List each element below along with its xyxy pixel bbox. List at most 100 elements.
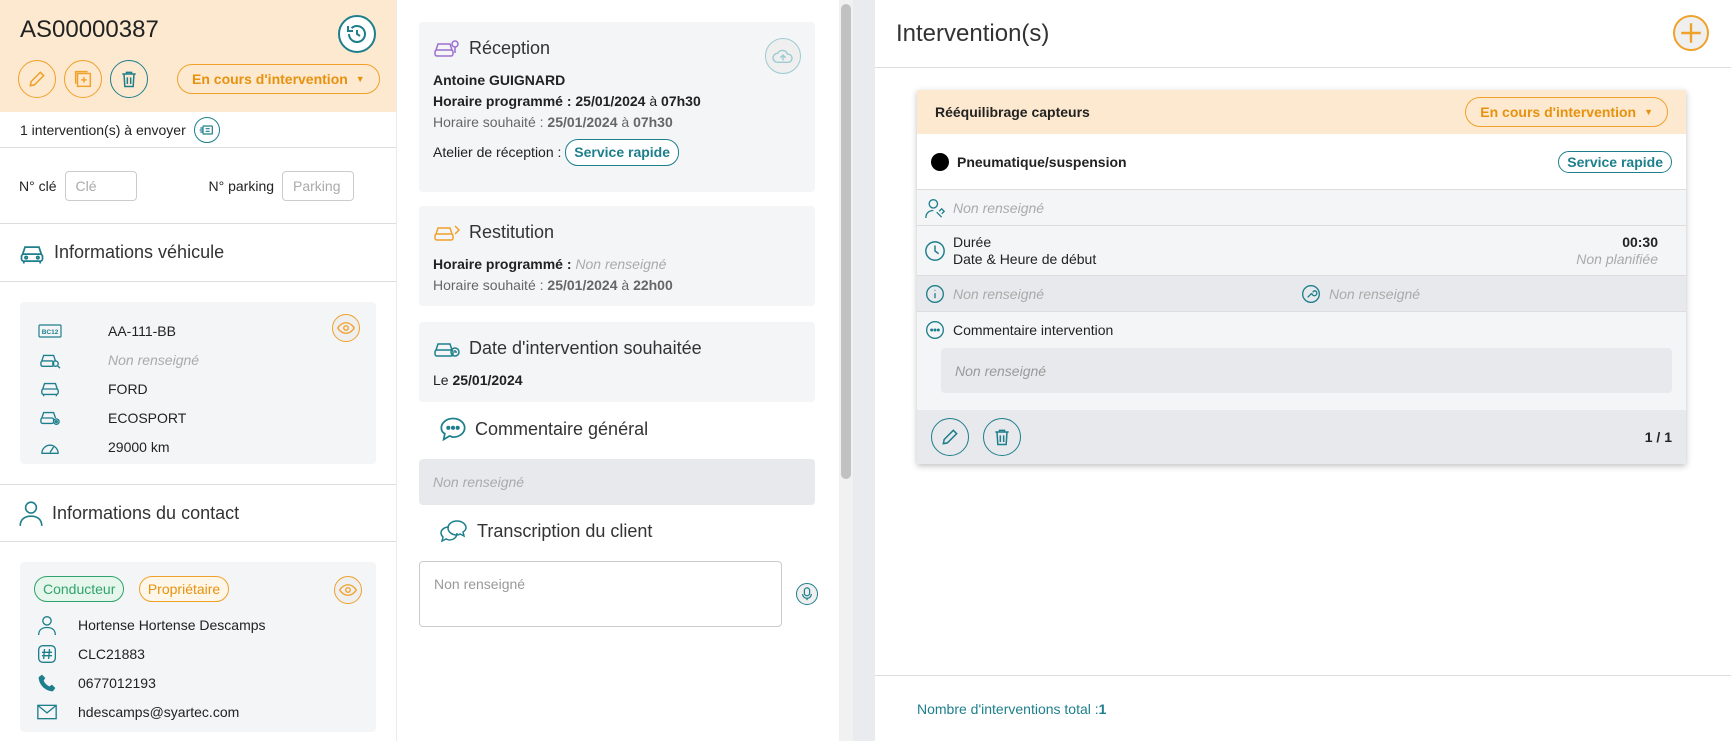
- add-intervention-button[interactable]: [1673, 15, 1709, 51]
- plate-row: BC12 AA-111-BB: [36, 316, 360, 345]
- start-value: Non planifiée: [1576, 250, 1658, 267]
- car-gear-icon: [36, 408, 64, 428]
- general-comment-title: Commentaire général: [475, 418, 649, 439]
- vin-value: Non renseigné: [108, 351, 200, 368]
- reception-person: Antoine GUIGNARD: [433, 72, 566, 88]
- to-send-row: 1 intervention(s) à envoyer: [0, 112, 396, 148]
- model-row: ECOSPORT: [36, 403, 360, 432]
- vehicle-card: BC12 AA-111-BB Non renseigné FORD ECOSPO…: [20, 302, 376, 464]
- contact-phone: 0677012193: [78, 674, 156, 691]
- restitution-scheduled: Horaire programmé : Non renseigné: [433, 256, 667, 272]
- parking-input[interactable]: Parking: [282, 170, 355, 201]
- car-key-icon: [433, 36, 461, 60]
- duplicate-button[interactable]: [64, 60, 102, 98]
- technician-value: Non renseigné: [953, 199, 1045, 216]
- delete-intervention-button[interactable]: [983, 418, 1021, 456]
- delete-button[interactable]: [110, 60, 148, 98]
- duration-label: Durée: [953, 233, 992, 250]
- interventions-title: Intervention(s): [896, 19, 1050, 47]
- intervention-type-row: Pneumatique/suspension Service rapide: [917, 134, 1686, 190]
- left-panel: AS00000387 En cours d'intervention ▼ 1 i…: [0, 0, 396, 741]
- contact-card: Conducteur Propriétaire Hortense Hortens…: [20, 562, 376, 732]
- intervention-card-footer: 1 / 1: [917, 410, 1686, 464]
- scrollbar-thumb[interactable]: [841, 4, 851, 479]
- pagination: 1 / 1: [1644, 429, 1672, 445]
- edit-button[interactable]: [18, 60, 56, 98]
- sync-button[interactable]: [765, 38, 801, 74]
- contact-name: Hortense Hortense Descamps: [78, 616, 266, 633]
- mileage-row: 29000 km: [36, 432, 360, 461]
- trash-icon: [992, 427, 1012, 447]
- edit-intervention-button[interactable]: [931, 418, 969, 456]
- contact-section-title: Informations du contact: [0, 484, 396, 542]
- restitution-card: Restitution Horaire programmé : Non rens…: [419, 206, 815, 306]
- keys-row: N° clé Clé N° parking Parking: [0, 148, 396, 224]
- plate-value: AA-111-BB: [108, 322, 176, 339]
- plate-icon: BC12: [36, 323, 64, 338]
- intervention-comment-field[interactable]: Non renseigné: [941, 348, 1672, 393]
- transcript-textarea[interactable]: Non renseigné: [419, 561, 782, 627]
- reception-title: Réception: [469, 37, 551, 58]
- trash-icon: [119, 69, 139, 89]
- pencil-icon: [940, 427, 960, 447]
- pencil-icon: [27, 69, 47, 89]
- vehicle-view-button[interactable]: [332, 314, 360, 342]
- tool-value: Non renseigné: [1329, 285, 1421, 302]
- brand-value: FORD: [108, 380, 148, 397]
- contact-id: CLC21883: [78, 645, 145, 662]
- hash-icon: [34, 644, 60, 664]
- intervention-status-dropdown[interactable]: En cours d'intervention ▼: [1465, 97, 1668, 127]
- right-panel: Intervention(s) Rééquilibrage capteurs E…: [875, 0, 1731, 741]
- contact-view-button[interactable]: [334, 576, 362, 604]
- vehicle-section-title: Informations véhicule: [0, 224, 396, 282]
- caret-down-icon: ▼: [355, 74, 365, 84]
- interventions-header: Intervention(s): [875, 0, 1731, 68]
- wished-date-value: Le 25/01/2024: [433, 372, 523, 388]
- chat-icon: [923, 320, 947, 340]
- contact-name-row: Hortense Hortense Descamps: [34, 610, 362, 639]
- info-row: Non renseigné Non renseigné: [917, 276, 1686, 312]
- car-calendar-icon: [433, 336, 461, 360]
- intervention-status-label: En cours d'intervention: [1480, 104, 1637, 120]
- reception-workshop-row: Atelier de réception : Service rapide: [433, 139, 801, 166]
- eye-icon: [339, 583, 357, 597]
- contact-phone-row: 0677012193: [34, 668, 362, 697]
- mic-button[interactable]: [796, 583, 818, 605]
- interventions-footer: Nombre d'interventions total : 1: [875, 675, 1731, 741]
- vehicle-title: Informations véhicule: [54, 242, 225, 262]
- technician-icon: [923, 197, 947, 219]
- key-input[interactable]: Clé: [64, 170, 137, 201]
- transcript-title: Transcription du client: [477, 520, 653, 541]
- restitution-title-row: Restitution: [433, 220, 801, 244]
- general-comment-title-row: Commentaire général: [439, 416, 648, 442]
- tag-driver: Conducteur: [34, 576, 125, 602]
- duration-value: 00:30: [1622, 233, 1658, 250]
- total-label: Nombre d'interventions total :: [917, 700, 1099, 717]
- intervention-name: Rééquilibrage capteurs: [935, 104, 1090, 120]
- type-color-dot: [931, 152, 949, 171]
- wished-date-card: Date d'intervention souhaitée Le 25/01/2…: [419, 322, 815, 402]
- technician-row: Non renseigné: [917, 190, 1686, 226]
- middle-panel: Réception Antoine GUIGNARD Horaire progr…: [397, 0, 853, 741]
- send-button[interactable]: [193, 116, 220, 143]
- car-icon: [18, 239, 46, 267]
- vin-row: Non renseigné: [36, 345, 360, 374]
- brand-row: FORD: [36, 374, 360, 403]
- chat-icon: [439, 416, 467, 442]
- gauge-icon: [36, 438, 64, 456]
- info-icon: [923, 284, 947, 304]
- car-search-icon: [36, 350, 64, 370]
- restitution-title: Restitution: [469, 221, 555, 242]
- order-status-label: En cours d'intervention: [192, 71, 348, 87]
- workshop-label: Atelier de réception :: [433, 144, 566, 160]
- history-button[interactable]: [338, 15, 376, 53]
- car-return-icon: [433, 220, 461, 244]
- mileage-value: 29000 km: [108, 438, 170, 455]
- order-status-dropdown[interactable]: En cours d'intervention ▼: [177, 64, 380, 94]
- plus-icon: [1678, 20, 1704, 46]
- person-icon: [18, 499, 44, 527]
- contact-id-row: CLC21883: [34, 639, 362, 668]
- speech-bubbles-icon: [439, 519, 469, 543]
- intervention-type: Pneumatique/suspension: [957, 153, 1127, 170]
- general-comment-field[interactable]: Non renseigné: [419, 459, 815, 505]
